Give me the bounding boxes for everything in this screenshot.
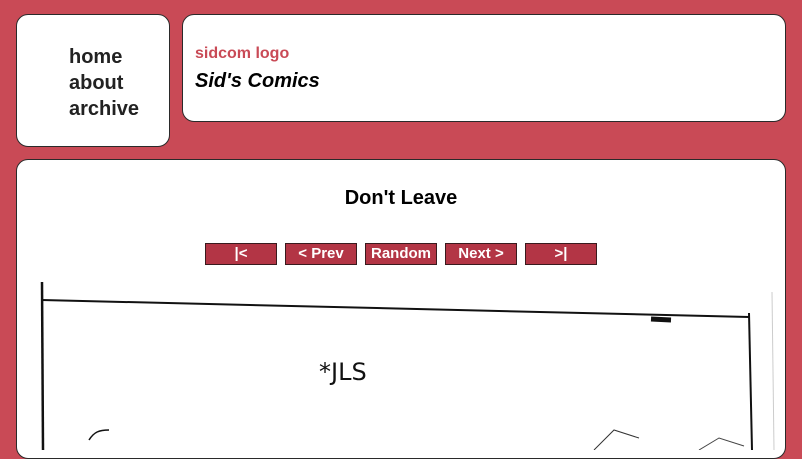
comic-navigation: |< < Prev Random Next > >| — [205, 243, 597, 265]
nav-link-home[interactable]: home — [69, 44, 139, 70]
page-edge-mark — [771, 291, 775, 450]
panel-left-border — [40, 281, 45, 450]
comic-image: *JLS — [39, 280, 777, 450]
site-header: sidcom logo Sid's Comics — [182, 14, 786, 122]
site-nav-panel: home about archive — [16, 14, 170, 147]
panel-top-border — [41, 299, 750, 318]
comic-hand-lettering: *JLS — [319, 358, 367, 386]
nav-link-archive[interactable]: archive — [69, 96, 139, 122]
comic-title: Don't Leave — [344, 187, 458, 209]
site-logo[interactable]: sidcom logo — [195, 45, 289, 63]
sketch-stroke — [593, 429, 640, 450]
nav-item-archive: archive — [69, 96, 139, 122]
sketch-stroke — [88, 429, 110, 441]
nav-item-home: home — [69, 44, 139, 70]
panel-tape-mark — [650, 316, 672, 323]
panel-right-border — [748, 312, 753, 450]
sketch-stroke — [698, 437, 745, 450]
next-comic-button[interactable]: Next > — [445, 243, 517, 265]
last-comic-button[interactable]: >| — [525, 243, 597, 265]
comic-drawing: *JLS — [40, 281, 775, 450]
comic-panel: Don't Leave |< < Prev Random Next > >| *… — [16, 159, 786, 459]
site-nav: home about archive — [69, 44, 139, 122]
nav-item-about: about — [69, 70, 139, 96]
site-title: Sid's Comics — [195, 70, 320, 92]
nav-link-about[interactable]: about — [69, 70, 139, 96]
first-comic-button[interactable]: |< — [205, 243, 277, 265]
random-comic-button[interactable]: Random — [365, 243, 437, 265]
prev-comic-button[interactable]: < Prev — [285, 243, 357, 265]
